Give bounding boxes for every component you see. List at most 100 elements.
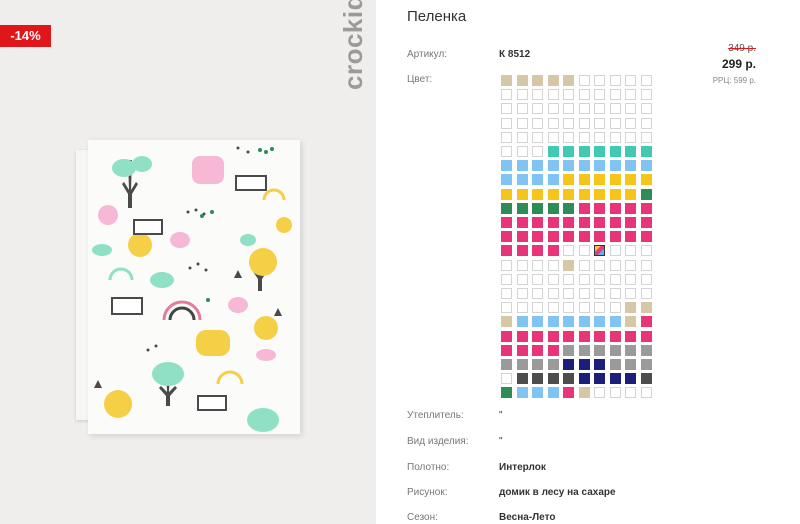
color-swatch-beige[interactable]: [625, 316, 636, 328]
color-swatch-pink[interactable]: [640, 231, 652, 243]
color-swatch-pink[interactable]: [532, 344, 543, 356]
color-swatch-yellow[interactable]: [594, 174, 605, 186]
color-swatch-pink[interactable]: [640, 202, 652, 214]
color-swatch-teal[interactable]: [563, 146, 574, 157]
color-swatch-beige[interactable]: [501, 75, 512, 86]
color-swatch-pink[interactable]: [501, 330, 512, 342]
color-swatch-sky[interactable]: [532, 174, 543, 186]
color-swatch-beige[interactable]: [516, 75, 528, 86]
color-swatch-pink[interactable]: [609, 217, 621, 228]
color-swatch-pink[interactable]: [609, 330, 621, 342]
color-swatch-pink[interactable]: [625, 217, 636, 228]
color-swatch-sky[interactable]: [547, 174, 559, 186]
color-swatch-teal[interactable]: [609, 146, 621, 157]
color-swatch-yellow[interactable]: [578, 188, 590, 200]
color-swatch-green[interactable]: [532, 202, 543, 214]
color-swatch-pink[interactable]: [547, 231, 559, 243]
color-swatch-sky[interactable]: [609, 316, 621, 328]
color-swatch-sky[interactable]: [532, 160, 543, 172]
color-swatch-sky[interactable]: [640, 160, 652, 172]
color-swatch-gray[interactable]: [578, 344, 590, 356]
color-swatch-pink[interactable]: [516, 330, 528, 342]
color-swatch-gray[interactable]: [594, 344, 605, 356]
color-swatch-pink[interactable]: [501, 344, 512, 356]
color-swatch-yellow[interactable]: [578, 174, 590, 186]
color-swatch-sky[interactable]: [578, 160, 590, 172]
color-swatch-pink[interactable]: [640, 330, 652, 342]
color-swatch-pink[interactable]: [594, 202, 605, 214]
color-swatch-yellow[interactable]: [594, 188, 605, 200]
color-swatch-pink[interactable]: [532, 217, 543, 228]
color-swatch-sky[interactable]: [516, 316, 528, 328]
color-swatch-sky[interactable]: [501, 160, 512, 172]
color-swatch-pink[interactable]: [640, 316, 652, 328]
color-swatch-beige[interactable]: [640, 302, 652, 314]
color-swatch-beige[interactable]: [532, 75, 543, 86]
color-swatch-navy[interactable]: [609, 373, 621, 385]
color-swatch-beige[interactable]: [501, 316, 512, 328]
color-swatch-pink[interactable]: [563, 387, 574, 399]
color-swatch-dark[interactable]: [516, 373, 528, 385]
color-swatch-yellow[interactable]: [563, 188, 574, 200]
color-swatch-pink[interactable]: [547, 217, 559, 228]
color-swatch-sky[interactable]: [609, 160, 621, 172]
color-swatch-sky[interactable]: [501, 174, 512, 186]
product-image-panel[interactable]: -14% crockid: [0, 0, 376, 524]
color-swatch-gray[interactable]: [640, 344, 652, 356]
color-swatch-pink[interactable]: [594, 217, 605, 228]
color-swatch-navy[interactable]: [594, 359, 605, 370]
color-swatch-gray[interactable]: [625, 344, 636, 356]
color-swatch-pink[interactable]: [516, 231, 528, 243]
color-swatch-pink[interactable]: [532, 231, 543, 243]
color-swatch-pink[interactable]: [563, 217, 574, 228]
color-swatch-green[interactable]: [516, 202, 528, 214]
color-swatch-pink[interactable]: [516, 344, 528, 356]
color-swatch-dark[interactable]: [563, 373, 574, 385]
color-swatch-gray[interactable]: [625, 359, 636, 370]
color-swatch-beige[interactable]: [578, 387, 590, 399]
color-swatch-navy[interactable]: [578, 359, 590, 370]
color-swatch-yellow[interactable]: [532, 188, 543, 200]
color-swatch-beige[interactable]: [563, 259, 574, 271]
color-swatch-sky[interactable]: [594, 316, 605, 328]
color-swatch-yellow[interactable]: [640, 174, 652, 186]
color-swatch-sky[interactable]: [625, 160, 636, 172]
color-swatch-pink[interactable]: [640, 217, 652, 228]
color-swatch-pink[interactable]: [501, 245, 512, 257]
color-swatch-pink[interactable]: [578, 202, 590, 214]
color-swatch-yellow[interactable]: [609, 188, 621, 200]
color-swatch-sky[interactable]: [563, 160, 574, 172]
color-swatch-sky[interactable]: [547, 160, 559, 172]
color-swatch-yellow[interactable]: [609, 174, 621, 186]
color-swatch-pink[interactable]: [578, 231, 590, 243]
color-swatch-gray[interactable]: [547, 359, 559, 370]
color-swatch-sky[interactable]: [532, 316, 543, 328]
color-swatch-yellow[interactable]: [547, 188, 559, 200]
color-swatch-pink[interactable]: [578, 217, 590, 228]
color-swatch-dark[interactable]: [547, 373, 559, 385]
color-swatch-green[interactable]: [547, 202, 559, 214]
color-swatch-beige[interactable]: [563, 75, 574, 86]
color-swatch-pink[interactable]: [532, 330, 543, 342]
color-swatch-navy[interactable]: [563, 359, 574, 370]
color-swatch-beige[interactable]: [547, 75, 559, 86]
color-swatch-dark[interactable]: [532, 373, 543, 385]
color-swatch-yellow[interactable]: [625, 174, 636, 186]
color-swatch-pink[interactable]: [547, 330, 559, 342]
color-swatch-pink[interactable]: [609, 231, 621, 243]
color-swatch-pink[interactable]: [563, 231, 574, 243]
color-swatch-beige[interactable]: [625, 302, 636, 314]
color-swatch-pink[interactable]: [578, 330, 590, 342]
color-swatch-pink[interactable]: [501, 231, 512, 243]
color-swatch-pink[interactable]: [625, 231, 636, 243]
color-swatch-sky[interactable]: [547, 387, 559, 399]
color-swatch-pink[interactable]: [625, 330, 636, 342]
color-swatch-pink[interactable]: [516, 217, 528, 228]
color-swatch-yellow[interactable]: [625, 188, 636, 200]
color-swatch-pink[interactable]: [609, 202, 621, 214]
color-swatch-green[interactable]: [563, 202, 574, 214]
color-swatch-navy[interactable]: [625, 373, 636, 385]
color-swatch-yellow[interactable]: [563, 174, 574, 186]
color-swatch-gray[interactable]: [609, 344, 621, 356]
color-swatch-sky[interactable]: [578, 316, 590, 328]
